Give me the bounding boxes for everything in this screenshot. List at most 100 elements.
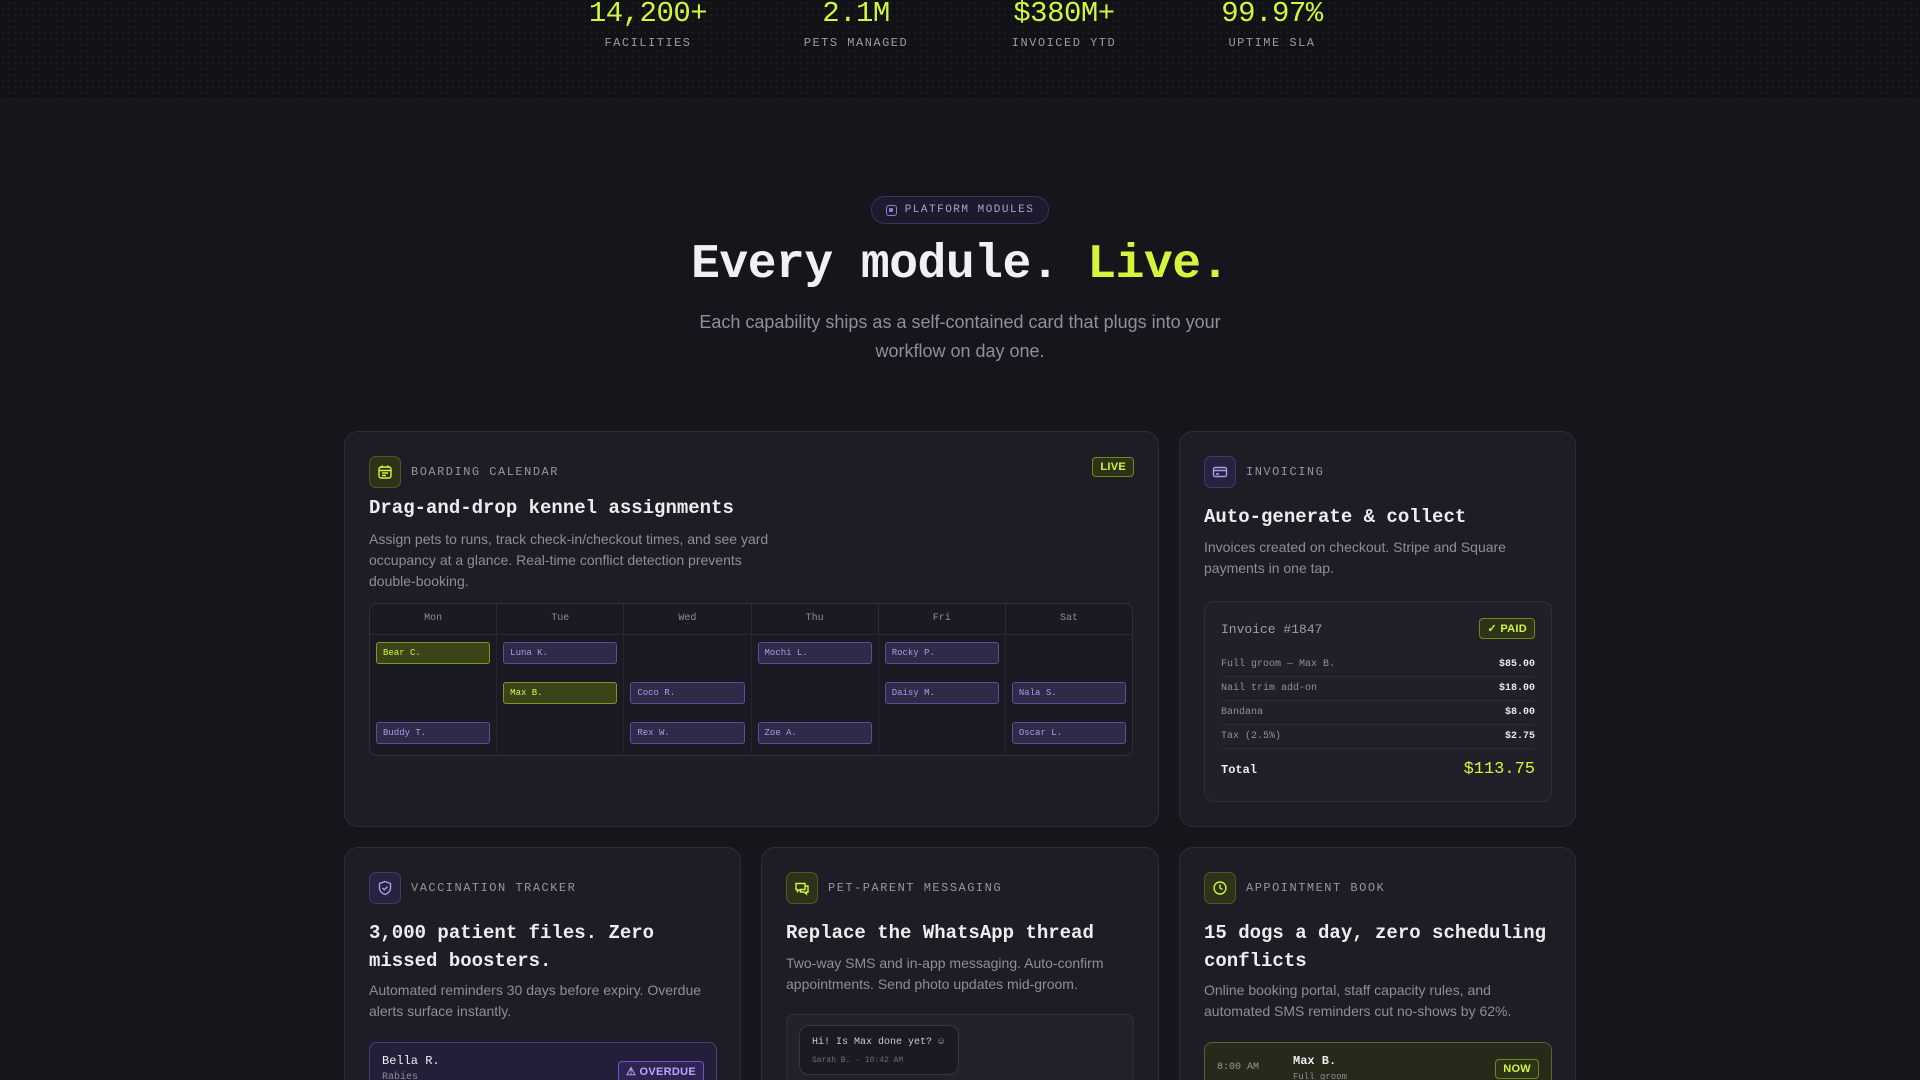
booking-chip[interactable]: Coco R. (630, 682, 745, 704)
card-title: 15 dogs a day, zero scheduling conflicts (1204, 922, 1547, 972)
message-thread[interactable]: Hi! Is Max done yet? ☺ Sarah B. · 10:42 … (786, 1014, 1134, 1080)
stat-invoiced-ytd: $380M+ INVOICED YTD (974, 0, 1154, 50)
calendar-header: Mon Tue Wed Thu Fri Sat (370, 604, 1132, 635)
invoice-total-amount: $113.75 (1463, 760, 1535, 779)
overdue-badge: ⚠ OVERDUE (617, 1061, 704, 1080)
appointment-pet: Max B. (1293, 1054, 1337, 1068)
card-kicker: PET-PARENT MESSAGING (828, 881, 1003, 895)
booking-chip[interactable]: Max B. (503, 682, 618, 704)
card-title: Drag-and-drop kennel assignments (369, 497, 734, 519)
stat-value: 14,200+ (588, 0, 708, 30)
message-bubble: Hi! Is Max done yet? ☺ Sarah B. · 10:42 … (799, 1025, 959, 1075)
invoice-line-amount: $85.00 (1498, 659, 1535, 670)
appointment-service: Full groom (1293, 1072, 1348, 1080)
invoice-line-label: Bandana (1221, 707, 1264, 718)
card-title: 3,000 patient files. Zero missed booster… (369, 922, 655, 972)
boarding-calendar[interactable]: Mon Tue Wed Thu Fri Sat Bear C. Buddy T. … (369, 603, 1133, 756)
booking-chip[interactable]: Oscar L. (1011, 722, 1127, 744)
pet-parent-messaging-card[interactable]: PET-PARENT MESSAGING Replace the WhatsAp… (761, 847, 1159, 1080)
card-title: Replace the WhatsApp thread (786, 922, 1094, 944)
day-header-tue: Tue (497, 604, 625, 634)
stats-strip: 14,200+ FACILITIES 2.1M PETS MANAGED $38… (0, 0, 1920, 100)
day-column: Luna K. Max B. (497, 635, 625, 755)
vaccination-tracker-card[interactable]: VACCINATION TRACKER 3,000 patient files.… (344, 847, 741, 1080)
patient-name: Bella R. (382, 1054, 440, 1068)
section-title-accent: Live. (1087, 238, 1229, 292)
card-kicker: APPOINTMENT BOOK (1246, 881, 1386, 895)
card-kicker: VACCINATION TRACKER (411, 881, 577, 895)
card-header: VACCINATION TRACKER (369, 872, 576, 904)
section-badge-label: PLATFORM MODULES (904, 204, 1035, 216)
booking-chip[interactable]: Zoe A. (757, 722, 872, 744)
stat-value: 2.1M (822, 0, 890, 30)
card-description: Automated reminders 30 days before expir… (369, 982, 702, 1019)
day-header-mon: Mon (370, 604, 498, 634)
invoice-line-amount: $8.00 (1504, 707, 1535, 718)
invoicing-card[interactable]: INVOICING Auto-generate & collect Invoic… (1179, 431, 1576, 827)
booking-chip[interactable]: Mochi L. (757, 642, 872, 664)
day-header-fri: Fri (879, 604, 1006, 634)
message-meta: Sarah B. · 10:42 AM (812, 1056, 904, 1065)
booking-chip[interactable]: Daisy M. (884, 682, 999, 704)
calendar-icon (369, 456, 401, 488)
invoice-line-amount: $18.00 (1498, 683, 1535, 694)
card-kicker: BOARDING CALENDAR (411, 465, 559, 479)
card-title: Auto-generate & collect (1204, 506, 1467, 528)
stat-facilities: 14,200+ FACILITIES (558, 0, 738, 50)
day-column: Coco R. Rex W. (624, 635, 752, 755)
booking-chip[interactable]: Buddy T. (376, 722, 491, 744)
day-column: Mochi L. Zoe A. (752, 635, 879, 755)
booking-chip[interactable]: Bear C. (376, 642, 491, 664)
clock-icon (1204, 872, 1236, 904)
invoice-total-label: Total (1221, 762, 1258, 777)
paid-badge: ✓ PAID (1479, 618, 1535, 639)
invoice-line-label: Tax (2.5%) (1221, 731, 1282, 742)
shield-icon (369, 872, 401, 904)
card-header: INVOICING (1204, 456, 1324, 488)
stat-label: PETS MANAGED (803, 36, 909, 50)
card-description: Online booking portal, staff capacity ru… (1204, 982, 1512, 1019)
invoice-line-amount: $2.75 (1504, 731, 1535, 742)
day-header-sat: Sat (1059, 613, 1078, 624)
invoice-number: Invoice #1847 (1221, 622, 1323, 637)
appointment-slot[interactable]: 8:00 AM Max B. Full groom NOW (1204, 1042, 1552, 1080)
booking-chip[interactable]: Rocky P. (884, 642, 999, 664)
boarding-calendar-card[interactable]: BOARDING CALENDAR LIVE Drag-and-drop ken… (344, 431, 1159, 827)
day-header-thu: Thu (752, 604, 879, 634)
card-kicker: INVOICING (1246, 465, 1325, 479)
invoice-line: Tax (2.5%) $2.75 (1221, 725, 1535, 749)
credit-card-icon (1204, 456, 1236, 488)
section-title-main: Every module. (691, 238, 1060, 292)
booking-chip[interactable]: Luna K. (503, 642, 618, 664)
stat-value: 99.97% (1221, 0, 1323, 30)
appointment-book-card[interactable]: APPOINTMENT BOOK 15 dogs a day, zero sch… (1179, 847, 1576, 1080)
card-header: APPOINTMENT BOOK (1204, 872, 1385, 904)
chat-icon (786, 872, 818, 904)
day-column: Bear C. Buddy T. (370, 635, 498, 755)
booking-chip[interactable]: Nala S. (1011, 682, 1127, 704)
day-column: Nala S. Oscar L. (1006, 635, 1132, 755)
invoice-line-label: Nail trim add-on (1221, 683, 1318, 694)
stat-label: UPTIME SLA (1228, 36, 1316, 50)
vaccination-record[interactable]: Bella R. Rabies ⚠ OVERDUE (369, 1042, 717, 1080)
section-title: Every module. Live. (0, 238, 1920, 292)
card-description: Invoices created on checkout. Stripe and… (1204, 539, 1506, 576)
booking-chip[interactable]: Rex W. (630, 722, 745, 744)
section-badge: PLATFORM MODULES (871, 196, 1049, 224)
stat-uptime-sla: 99.97% UPTIME SLA (1182, 0, 1362, 50)
card-description: Assign pets to runs, track check-in/chec… (369, 531, 769, 589)
day-column: Rocky P. Daisy M. (879, 635, 1006, 755)
now-badge: NOW (1495, 1059, 1539, 1079)
invoice-line: Bandana $8.00 (1221, 701, 1535, 725)
chip-icon (885, 204, 897, 216)
invoice-total: Total $113.75 (1221, 760, 1535, 779)
section-subtitle: Each capability ships as a self-containe… (699, 312, 1221, 361)
live-badge: LIVE (1092, 457, 1134, 477)
invoice-preview[interactable]: Invoice #1847 ✓ PAID Full groom — Max B.… (1204, 601, 1552, 802)
stat-pets-managed: 2.1M PETS MANAGED (766, 0, 946, 50)
calendar-body: Bear C. Buddy T. Luna K. Max B. Coco R. Rex… (370, 635, 1132, 755)
card-description: Two-way SMS and in-app messaging. Auto-c… (786, 955, 1104, 992)
stat-label: INVOICED YTD (1011, 36, 1117, 50)
stat-label: FACILITIES (604, 36, 692, 50)
day-header-wed: Wed (624, 604, 752, 634)
